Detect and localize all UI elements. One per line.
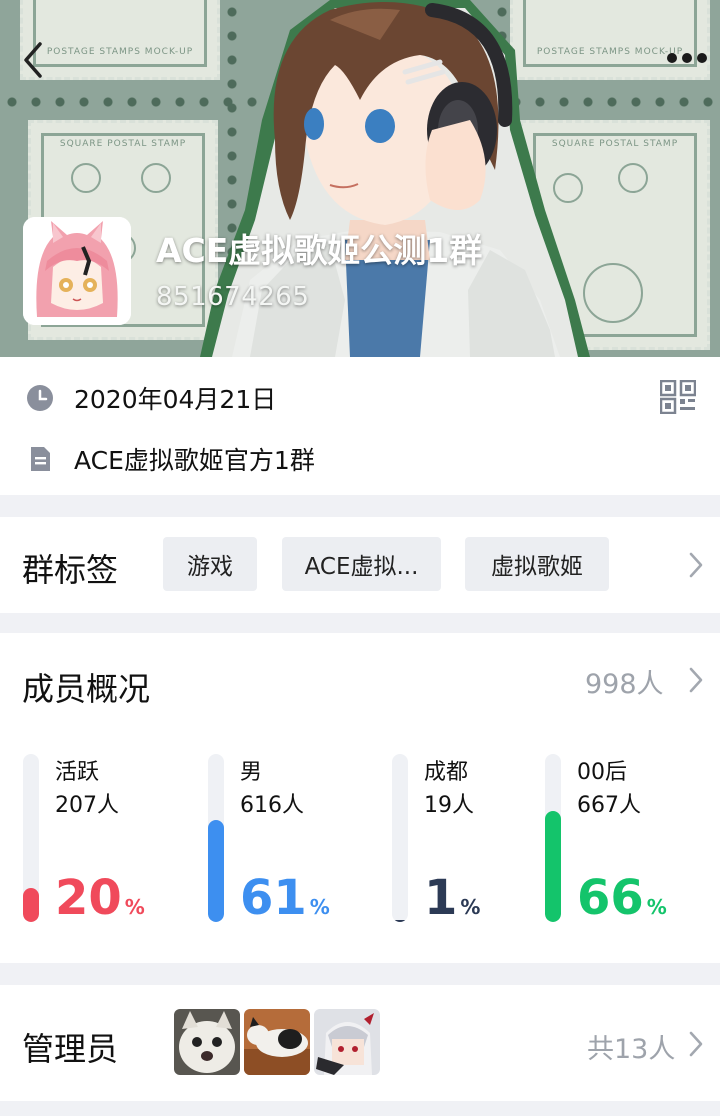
admin-total[interactable]: 共13人 [587,1027,675,1066]
qr-code-icon [659,379,697,415]
chevron-left-icon [24,42,42,78]
stat-bar-fill [545,811,561,922]
stat-percent: 1% [424,870,480,926]
create-date-row: 2020年04月21日 [26,380,276,416]
chevron-right-icon[interactable] [688,666,704,694]
group-id: 851674265 [156,282,310,312]
stat-count: 207人 [55,793,119,818]
stat-label: 活跃 [55,760,100,785]
group-cover-banner: POSTAGE STAMPS MOCK-UP POSTAGE STAMPS MO… [0,0,720,357]
group-name: ACE虚拟歌姬公测1群 [156,231,483,270]
stat-label: 00后 [577,760,627,785]
create-date: 2020年04月21日 [74,385,277,414]
admin-avatar[interactable] [174,1009,240,1075]
member-total[interactable]: 998人 [585,662,664,701]
cat-lying-avatar-image [244,1009,310,1075]
stat-percent: 66% [577,870,667,926]
stat-bar-track [545,754,561,922]
description-row: ACE虚拟歌姬官方1群 [26,441,315,477]
stat-count: 19人 [424,793,474,818]
stat-percent-value: 66 [577,870,644,926]
stat-bar-track [23,754,39,922]
qr-code-button[interactable] [659,379,697,415]
admin-avatar[interactable] [314,1009,380,1075]
admin-avatar[interactable] [244,1009,310,1075]
tags-title: 群标签 [22,551,119,589]
admins-title: 管理员 [22,1030,119,1068]
chevron-right-icon[interactable] [688,1030,704,1058]
more-options-button[interactable] [662,46,712,70]
stat-label: 男 [240,760,263,785]
cat-avatar-image [174,1009,240,1075]
chibi-avatar-image [23,217,131,325]
back-button[interactable] [18,38,58,82]
anime-character-avatar-image [314,1009,380,1075]
document-icon [31,447,50,471]
stat-bar-track [392,754,408,922]
members-title: 成员概况 [22,670,151,708]
stat-percent-sign: % [124,895,145,919]
stat-percent-value: 1 [424,870,458,926]
stat-label: 成都 [424,760,469,785]
more-dots-icon [667,53,707,63]
tag-virtual-singer[interactable]: 虚拟歌姬 [465,537,609,591]
stat-count: 667人 [577,793,641,818]
stat-percent-sign: % [646,895,667,919]
clock-icon [27,385,53,411]
stat-percent-value: 20 [55,870,122,926]
stat-bar-track [208,754,224,922]
stat-percent-sign: % [460,895,481,919]
stat-percent-value: 61 [240,870,307,926]
group-description: ACE虚拟歌姬官方1群 [74,446,315,475]
stat-bar-fill [392,920,408,922]
tag-ace[interactable]: ACE虚拟... [282,537,441,591]
stat-percent: 61% [240,870,330,926]
group-avatar[interactable] [23,217,131,325]
stat-percent: 20% [55,870,145,926]
stat-bar-fill [208,820,224,922]
stat-count: 616人 [240,793,304,818]
stat-percent-sign: % [309,895,330,919]
stat-bar-fill [23,888,39,922]
tag-game[interactable]: 游戏 [163,537,257,591]
chevron-right-icon[interactable] [688,551,704,579]
